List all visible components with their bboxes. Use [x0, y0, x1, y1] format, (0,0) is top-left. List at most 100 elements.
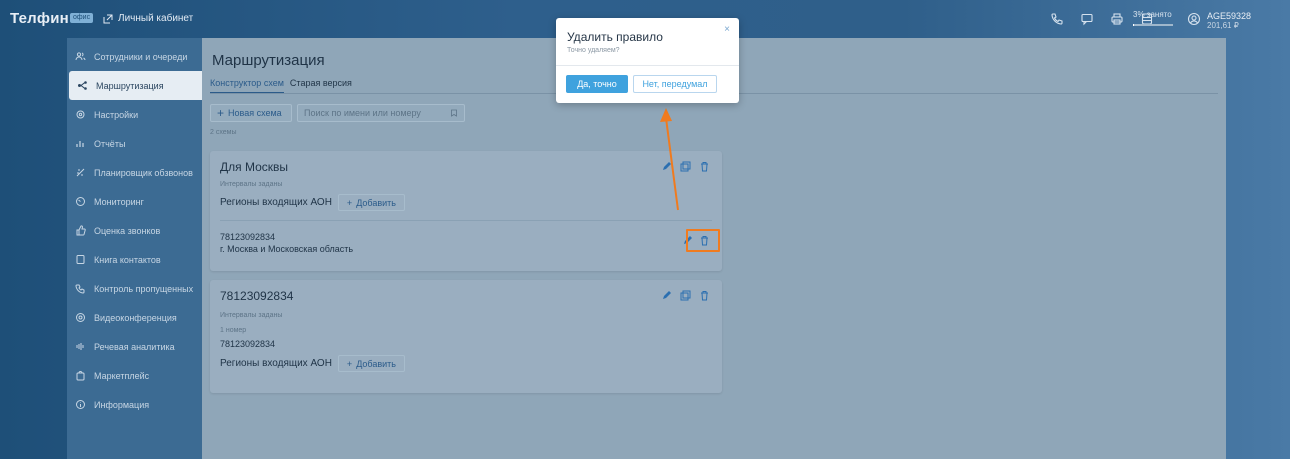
new-scheme-button[interactable]: + Новая схема [210, 104, 292, 122]
tab-constructor[interactable]: Конструктор схем [210, 78, 284, 93]
delete-rule-modal: Удалить правило Точно удаляем? × Да, точ… [556, 18, 739, 103]
sidebar-item-monitoring[interactable]: Мониторинг [67, 187, 202, 216]
sidebar-item-info[interactable]: Информация [67, 390, 202, 419]
sidebar-item-label: Информация [94, 399, 150, 410]
camera-icon [76, 313, 85, 322]
gear-icon [76, 110, 85, 119]
sidebar-item-speech[interactable]: Речевая аналитика [67, 332, 202, 361]
add-region-button[interactable]: + Добавить [337, 194, 405, 211]
routing-icon [78, 81, 87, 90]
personal-cabinet-link[interactable]: Личный кабинет [103, 13, 193, 24]
sidebar-item-label: Мониторинг [94, 196, 144, 207]
plus-icon: + [346, 197, 353, 208]
info-icon [76, 400, 85, 409]
edit-icon[interactable] [661, 161, 672, 172]
sidebar-item-label: Речевая аналитика [94, 341, 175, 352]
regions-label: Регионы входящих АОН [220, 197, 332, 208]
add-label: Добавить [356, 197, 396, 208]
external-link-icon [103, 14, 113, 23]
monitor-icon [76, 197, 85, 206]
chat-icon[interactable] [1080, 12, 1094, 26]
cancel-delete-button[interactable]: Нет, передумал [633, 75, 717, 93]
sidebar: Сотрудники и очереди Маршрутизация Настр… [67, 38, 202, 459]
close-icon[interactable]: × [721, 24, 733, 36]
sidebar-item-label: Контроль пропущенных [94, 283, 194, 294]
page-title: Маршрутизация [212, 52, 325, 69]
sidebar-item-reports[interactable]: Отчёты [67, 129, 202, 158]
scheme-title: Для Москвы [220, 160, 289, 174]
trash-icon[interactable] [699, 161, 710, 172]
plus-icon: + [217, 106, 225, 120]
intervals-text: Интервалы заданы [220, 312, 283, 319]
modal-divider [556, 65, 739, 66]
sidebar-item-video[interactable]: Видеоконференция [67, 303, 202, 332]
sidebar-item-label: Видеоконференция [94, 312, 177, 323]
card-divider [220, 220, 712, 221]
scheme-card[interactable]: Для Москвы Интервалы заданы Регионы вход… [210, 151, 722, 271]
sidebar-item-label: Отчёты [94, 138, 126, 149]
tab-old-version[interactable]: Старая версия [290, 78, 352, 93]
bag-icon [76, 371, 85, 381]
modal-title: Удалить правило [567, 30, 663, 44]
fax-icon[interactable] [1110, 12, 1124, 26]
account-balance: 201,61 ₽ [1207, 21, 1239, 30]
intervals-text: Интервалы заданы [220, 181, 283, 188]
sidebar-item-label: Сотрудники и очереди [94, 51, 188, 62]
copy-icon[interactable] [680, 161, 691, 172]
thumb-icon [76, 225, 86, 236]
sidebar-item-call-rating[interactable]: Оценка звонков [67, 216, 202, 245]
add-region-button[interactable]: + Добавить [337, 355, 405, 372]
people-icon [75, 52, 86, 61]
sidebar-item-label: Маршрутизация [96, 80, 164, 91]
copy-icon[interactable] [680, 290, 691, 301]
schemes-count: 2 схемы [210, 129, 237, 136]
account-id: AGE59328 [1207, 11, 1252, 21]
regions-label: Регионы входящих АОН [220, 358, 332, 369]
busy-progress [1133, 24, 1173, 26]
regions-row: Регионы входящих АОН + Добавить [220, 355, 405, 372]
bars-icon [76, 141, 84, 147]
plus-icon: + [346, 358, 353, 369]
numbers-count: 1 номер [220, 327, 247, 334]
sidebar-item-marketplace[interactable]: Маркетплейс [67, 361, 202, 390]
delete-highlight-box [686, 229, 720, 252]
new-scheme-label: Новая схема [228, 108, 282, 118]
sidebar-item-missed[interactable]: Контроль пропущенных [67, 274, 202, 303]
confirm-delete-button[interactable]: Да, точно [566, 75, 628, 93]
card-actions [661, 290, 710, 301]
bookmark-icon [451, 109, 457, 117]
trash-icon[interactable] [699, 290, 710, 301]
sidebar-item-routing[interactable]: Маршрутизация [69, 71, 202, 100]
modal-subtitle: Точно удаляем? [567, 47, 620, 54]
account-info[interactable]: AGE59328 201,61 ₽ [1207, 11, 1277, 30]
sidebar-item-label: Книга контактов [94, 254, 161, 265]
add-label: Добавить [356, 358, 396, 369]
card-actions [661, 161, 710, 172]
user-icon[interactable] [1187, 12, 1201, 26]
scheduler-icon [76, 168, 85, 177]
book-icon [76, 255, 85, 264]
search-input[interactable]: Поиск по имени или номеру [297, 104, 465, 122]
scheme-card[interactable]: 78123092834 Интервалы заданы 1 номер 781… [210, 280, 722, 393]
logo-badge: офис [70, 13, 94, 23]
scheme-title: 78123092834 [220, 289, 294, 303]
sidebar-item-scheduler[interactable]: Планировщик обзвонов [67, 158, 202, 187]
sidebar-item-label: Оценка звонков [94, 225, 161, 236]
phone-icon[interactable] [1050, 12, 1064, 26]
sidebar-item-settings[interactable]: Настройки [67, 100, 202, 129]
sidebar-item-contacts[interactable]: Книга контактов [67, 245, 202, 274]
missed-call-icon [75, 284, 85, 294]
busy-text: 3% занято [1133, 10, 1172, 19]
sidebar-item-label: Маркетплейс [94, 370, 150, 381]
scheme-number: 78123092834 [220, 339, 276, 349]
rule-region: г. Москва и Московская область [220, 244, 354, 254]
regions-row: Регионы входящих АОН + Добавить [220, 194, 405, 211]
voice-icon [76, 343, 84, 350]
sidebar-item-label: Настройки [94, 109, 139, 120]
personal-cabinet-label: Личный кабинет [118, 13, 194, 24]
sidebar-item-label: Планировщик обзвонов [94, 167, 193, 178]
sidebar-item-employees[interactable]: Сотрудники и очереди [67, 42, 202, 71]
rule-number: 78123092834 [220, 232, 276, 242]
edit-icon[interactable] [661, 290, 672, 301]
logo[interactable]: Телфин [10, 10, 69, 27]
